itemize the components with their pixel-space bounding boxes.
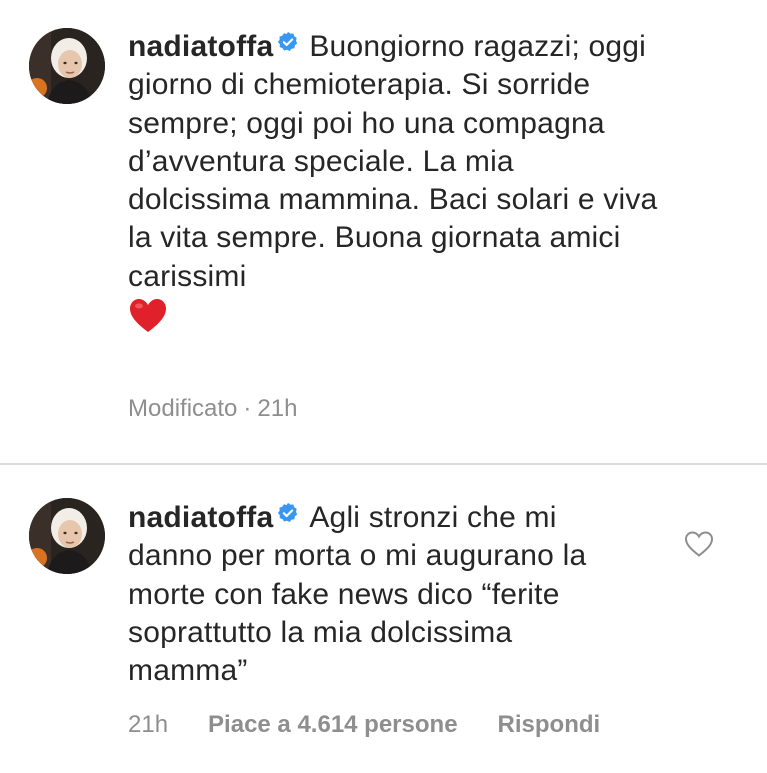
meta-separator: ·	[243, 395, 252, 422]
comment-meta: Modificato · 21h	[128, 395, 297, 423]
comment-2: nadiatoffa Agli stronzi che mi danno per …	[0, 465, 767, 773]
likes-count-button[interactable]: Piace a 4.614 persone	[208, 711, 458, 738]
comment-1: nadiatoffa Buongiorno ragazzi; oggi giorn…	[0, 0, 767, 463]
username[interactable]: nadiatoffa	[128, 30, 273, 63]
red-heart-emoji-icon	[128, 296, 168, 336]
verified-badge-icon	[277, 31, 299, 53]
comment-body: Buongiorno ragazzi; oggi giorno di chemi…	[128, 30, 658, 293]
comment-text: nadiatoffa Agli stronzi che mi danno per …	[128, 499, 628, 690]
avatar[interactable]	[29, 498, 105, 574]
reply-button[interactable]: Rispondi	[498, 711, 601, 738]
verified-badge-icon	[277, 502, 299, 524]
timestamp: 21h	[128, 711, 169, 738]
username[interactable]: nadiatoffa	[128, 501, 273, 534]
heart-outline-icon[interactable]	[684, 530, 714, 558]
avatar[interactable]	[29, 28, 105, 104]
timestamp: 21h	[257, 395, 298, 422]
comment-meta: 21h Piace a 4.614 persone Rispondi	[128, 711, 600, 739]
comment-text: nadiatoffa Buongiorno ragazzi; oggi giorn…	[128, 28, 658, 342]
edited-label: Modificato	[128, 395, 238, 422]
